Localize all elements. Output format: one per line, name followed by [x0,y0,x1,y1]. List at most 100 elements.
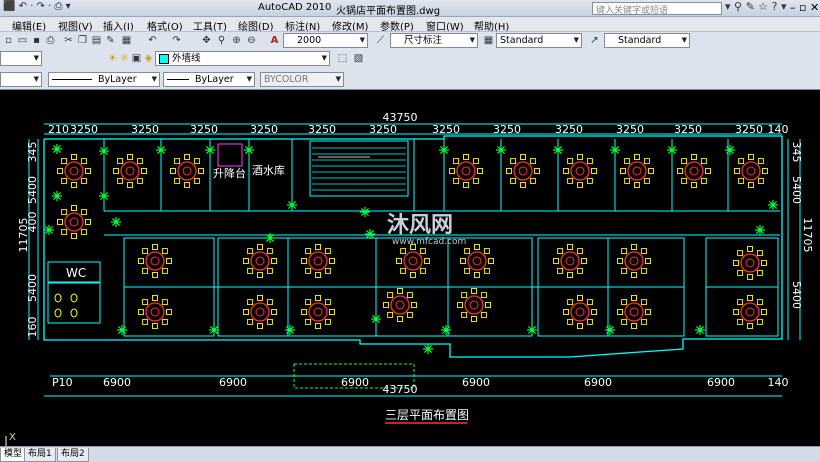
dim-text-left: 160 [26,317,39,338]
chair [631,244,637,250]
search-input[interactable]: 键入关键字或短语 [592,2,722,16]
chair [483,248,490,255]
chair [396,258,402,264]
chair [247,299,254,306]
zoom-previous-icon[interactable]: ⊖ [245,34,258,47]
hotpot [255,256,265,266]
open-icon[interactable]: ▭ [16,34,29,47]
chair [748,154,754,160]
chair [397,316,403,322]
linetype-select[interactable]: ByLayer ▼ [48,72,160,87]
chair [591,309,597,315]
chair [737,269,744,276]
plotstyle-select[interactable]: BYCOLOR ▼ [260,72,344,87]
chair [198,168,204,174]
chair [567,318,574,325]
chair [80,158,87,165]
pan-icon[interactable]: ✥ [200,34,213,47]
dining-table-set [383,288,417,322]
chair [184,182,190,188]
text-style-icon[interactable]: A [268,34,281,47]
window-controls[interactable]: – ▫ ✕ [790,1,819,14]
zoom-window-icon[interactable]: ⊕ [230,34,243,47]
copy-icon[interactable]: ❐ [76,34,89,47]
hotpot [575,166,585,176]
wc-fixtures [54,293,78,318]
hotpot [745,258,755,268]
chair [271,258,277,264]
table-top [560,251,580,271]
chair [557,248,564,255]
match-icon[interactable]: ✎ [104,34,117,47]
chair [567,158,574,165]
chair [621,299,628,306]
tab-model[interactable]: 模型 [0,448,27,462]
plotstyle-value: BYCOLOR [264,74,309,85]
dim-style-icon[interactable]: ⟋ [374,34,387,47]
chair [161,299,168,306]
hotpot [745,307,755,317]
dining-table-set [243,244,277,278]
block-icon[interactable]: ▦ [120,34,133,47]
table-top [64,161,84,181]
drawing-canvas[interactable]: 210 3250 3250 3250 3250 3250 3250 3250 3250 3250 3… [0,91,820,446]
chair [71,182,77,188]
chair [193,158,200,165]
dining-table-set [138,244,172,278]
quick-access-icons[interactable]: ⬛ ↶ · ↷ · ⎙ ▾ [3,1,71,12]
chair [449,168,455,174]
table-style-select[interactable]: Standard ▼ [496,33,582,48]
text-height-select[interactable]: 2000 ▼ [283,33,368,48]
color-icon[interactable]: ◈ [142,52,155,65]
chair [71,205,77,211]
dining-table-set [57,205,91,239]
save-icon[interactable]: ▪ [30,34,43,47]
dim-style-select[interactable]: 尺寸标注 ▼ [390,33,478,48]
lineweight-select[interactable]: ByLayer ▼ [163,72,255,87]
multileader-style-icon[interactable]: ↗ [588,34,601,47]
tab-layout1[interactable]: 布局1 [24,448,56,462]
workspace-select[interactable]: ▼ [0,51,42,66]
chair [576,267,583,274]
layers-toolbar: ▼ ☀ ☼ ▣ ◈ 外墙线 ▼ ⬚ ▧ [0,48,820,69]
chair [761,309,767,315]
chair [247,267,254,274]
layer-state-icon[interactable]: ▧ [352,52,365,65]
layer-prev-icon[interactable]: ⬚ [336,52,349,65]
redo-icon[interactable]: ↷ [170,34,183,47]
new-icon[interactable]: ▫ [2,34,15,47]
chair [738,158,745,165]
chair [474,272,480,278]
chair [387,311,394,318]
color-select[interactable]: ▼ [0,72,42,87]
tab-layout2[interactable]: 布局2 [57,448,89,462]
zoom-realtime-icon[interactable]: ⚲ [215,34,228,47]
chair [397,288,403,294]
help-tools-icons[interactable]: ▾ ⚲ ✎ ☆ ? ▾ [725,0,787,13]
layer-select[interactable]: 外墙线 ▼ [155,51,330,66]
chair [315,272,321,278]
chair [472,158,479,165]
dim-text-bottom: P10 [52,376,73,389]
command-line[interactable]: X [0,432,820,446]
dim-text-top: 3250 [493,123,521,136]
linetype-value: ByLayer [98,74,137,85]
table-top [250,251,270,271]
multileader-style-select[interactable]: Standard ▼ [604,33,690,48]
chair [461,292,468,299]
chair [748,182,754,188]
paste-icon[interactable]: ▤ [90,34,103,47]
chair [472,177,479,184]
table-style-icon[interactable]: ▦ [482,34,495,47]
chair [631,323,637,329]
chair [166,258,172,264]
cut-icon[interactable]: ✂ [62,34,75,47]
layer-name: 外墙线 [172,53,201,64]
chair [634,154,640,160]
table-top [403,251,423,271]
undo-icon[interactable]: ↶ [146,34,159,47]
plot-icon[interactable]: ⎙ [44,34,57,47]
search-placeholder: 键入关键字或短语 [596,6,669,16]
table-top [684,161,704,181]
chair [257,272,263,278]
